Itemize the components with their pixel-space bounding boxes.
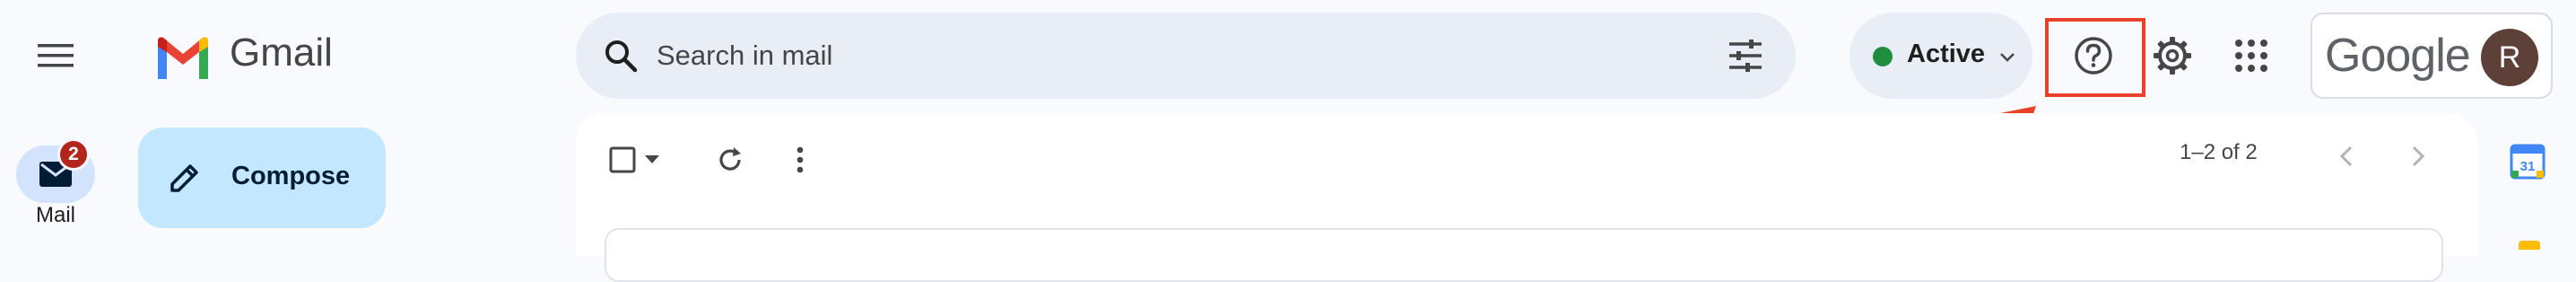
caret-down-icon [645, 155, 659, 163]
search-bar[interactable] [576, 13, 1796, 99]
select-all-checkbox[interactable] [603, 140, 642, 180]
compose-button[interactable]: Compose [138, 128, 386, 228]
more-options-button[interactable] [780, 140, 820, 180]
search-input[interactable] [655, 29, 1641, 83]
compose-label: Compose [231, 162, 351, 190]
google-apps-button[interactable] [2219, 23, 2284, 88]
chevron-left-icon [2339, 145, 2353, 167]
settings-button[interactable] [2140, 23, 2205, 88]
help-circle-icon [2075, 37, 2112, 75]
keep-icon[interactable] [2519, 241, 2540, 250]
left-rail: 2 Mail [0, 0, 117, 248]
main-panel: 1–2 of 2 [576, 113, 2477, 282]
refresh-button[interactable] [710, 140, 750, 180]
calendar-icon[interactable]: 31 [2510, 144, 2546, 180]
hamburger-icon [38, 44, 74, 67]
search-options-icon[interactable] [1726, 36, 1765, 75]
message-list-card [605, 228, 2443, 282]
status-dot [1873, 47, 1893, 66]
search-icon[interactable] [601, 36, 640, 75]
more-vert-icon [796, 146, 804, 173]
calendar-day-text: 31 [2520, 159, 2536, 174]
help-button[interactable] [2061, 23, 2126, 88]
gmail-logo-icon[interactable] [154, 36, 212, 79]
chevron-right-icon [2412, 145, 2425, 167]
older-button[interactable] [2398, 137, 2438, 176]
apps-grid-icon [2235, 40, 2267, 72]
pagination-text: 1–2 of 2 [2180, 140, 2258, 164]
gear-icon [2154, 37, 2191, 75]
pencil-icon [170, 164, 198, 192]
checkbox-icon [609, 146, 636, 173]
status-button[interactable]: Active [1849, 13, 2032, 99]
google-wordmark: Google [2325, 30, 2471, 82]
google-account-button[interactable]: Google R [2311, 13, 2553, 99]
main-menu-button[interactable] [32, 38, 79, 74]
mail-unread-badge: 2 [57, 138, 90, 171]
refresh-icon [719, 147, 741, 171]
status-label: Active [1907, 40, 1986, 68]
chevron-down-icon [2000, 53, 2015, 62]
select-menu-button[interactable] [639, 140, 666, 180]
nav-mail-label: Mail [35, 203, 75, 227]
gmail-logo-text[interactable]: Gmail [230, 31, 333, 75]
newer-button[interactable] [2327, 137, 2366, 176]
avatar: R [2481, 29, 2538, 86]
